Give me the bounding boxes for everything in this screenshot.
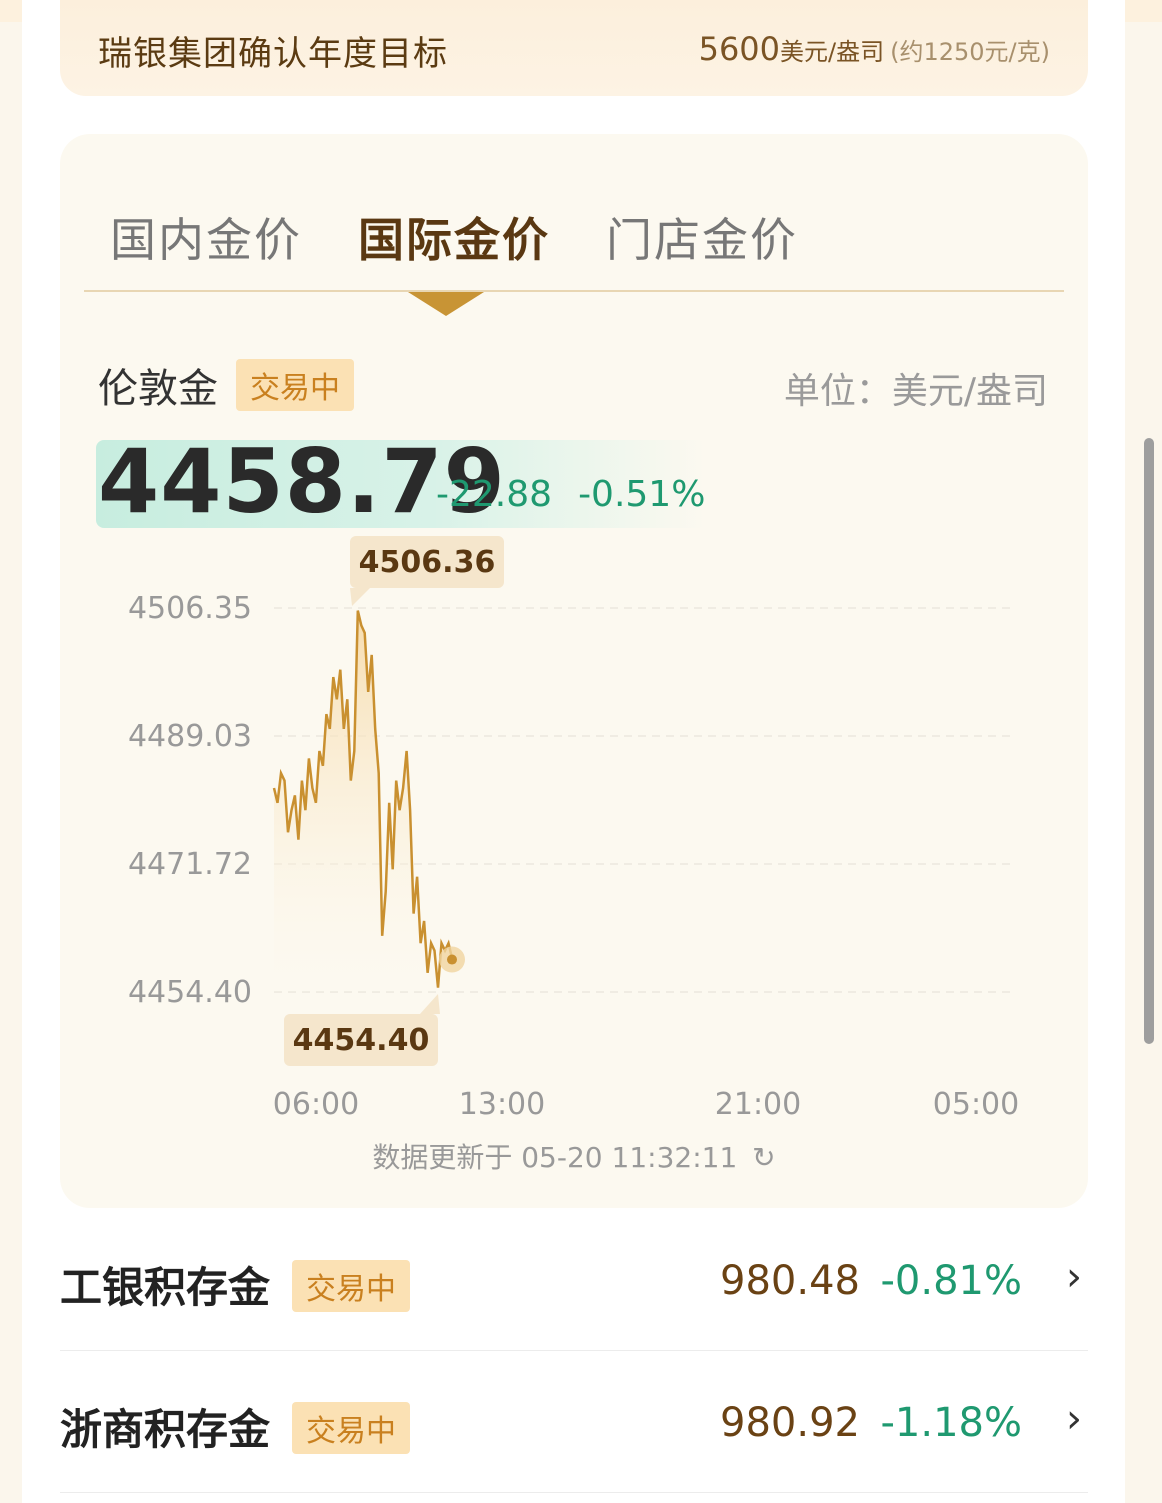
last-point-dot [447,954,457,965]
tab-domestic-gold[interactable]: 国内金价 [110,204,302,270]
price-chart[interactable]: 4506.35 4489.03 4471.72 4454.40 06:00 13:00 2… [60,524,1088,1124]
target-approx: (约1250元/克) [890,38,1050,66]
status-badge: 交易中 [236,359,354,411]
update-time-row: 数据更新于 05-20 11:32:11 ↻ [60,1136,1088,1176]
change-percent: -0.51% [578,474,706,515]
update-time: 数据更新于 05-20 11:32:11 [372,1141,738,1174]
max-label-pointer [350,588,370,606]
chevron-right-icon: › [1066,1254,1082,1300]
status-badge: 交易中 [292,1402,410,1454]
y-axis-labels: 4506.35 4489.03 4471.72 4454.40 [128,591,252,1010]
list-divider [60,1492,1088,1493]
y-tick-label: 4489.03 [128,719,252,754]
list-item-change: -0.81% [880,1258,1022,1304]
unit-label: 单位：美元/盎司 [783,371,1048,412]
refresh-icon[interactable]: ↻ [752,1141,775,1174]
max-price-label: 4506.36 [359,545,496,580]
list-divider [60,1350,1088,1351]
market-name: 伦敦金 [98,366,218,412]
min-label-pointer [420,994,440,1014]
list-item-price: 980.92 [720,1400,860,1446]
list-item-change: -1.18% [880,1400,1022,1446]
x-tick-label: 13:00 [459,1087,545,1122]
list-item-name: 工银积存金 [60,1263,271,1312]
status-badge: 交易中 [292,1260,410,1312]
chevron-right-icon: › [1066,1396,1082,1442]
x-tick-label: 21:00 [715,1087,801,1122]
tab-international-gold[interactable]: 国际金价 [358,204,550,270]
tab-store-gold[interactable]: 门店金价 [606,204,798,270]
gold-price-card: 国内金价 国际金价 门店金价 伦敦金 交易中 单位：美元/盎司 4458.79 … [60,134,1088,1208]
x-tick-label: 06:00 [273,1087,359,1122]
target-price: 5600 [698,30,781,68]
y-tick-label: 4454.40 [128,975,252,1010]
target-unit: 美元/盎司 [780,38,885,66]
list-item-czb-gold[interactable]: 浙商积存金 交易中 980.92 -1.18% › [60,1352,1088,1492]
list-item-icbc-gold[interactable]: 工银积存金 交易中 980.48 -0.81% › [60,1210,1088,1350]
list-item-price: 980.48 [720,1258,860,1304]
y-tick-label: 4506.35 [128,591,252,626]
change-amount: -22.88 [436,474,553,515]
min-price-label: 4454.40 [293,1023,430,1058]
tab-divider [84,290,1064,292]
x-tick-label: 05:00 [933,1087,1019,1122]
target-banner[interactable]: 瑞银集团确认年度目标 5600美元/盎司 (约1250元/克) [60,0,1088,96]
target-title: 瑞银集团确认年度目标 [98,34,448,74]
price-tabs: 国内金价 国际金价 门店金价 [110,204,798,270]
y-tick-label: 4471.72 [128,847,252,882]
price-change: -22.88 -0.51% [436,474,705,515]
list-item-name: 浙商积存金 [60,1405,271,1454]
scrollbar[interactable] [1144,438,1154,1044]
target-value: 5600美元/盎司 (约1250元/克) [699,30,1050,68]
active-tab-indicator [408,292,484,316]
x-axis-labels: 06:00 13:00 21:00 05:00 [273,1087,1019,1122]
market-header: 伦敦金 交易中 [98,356,354,414]
